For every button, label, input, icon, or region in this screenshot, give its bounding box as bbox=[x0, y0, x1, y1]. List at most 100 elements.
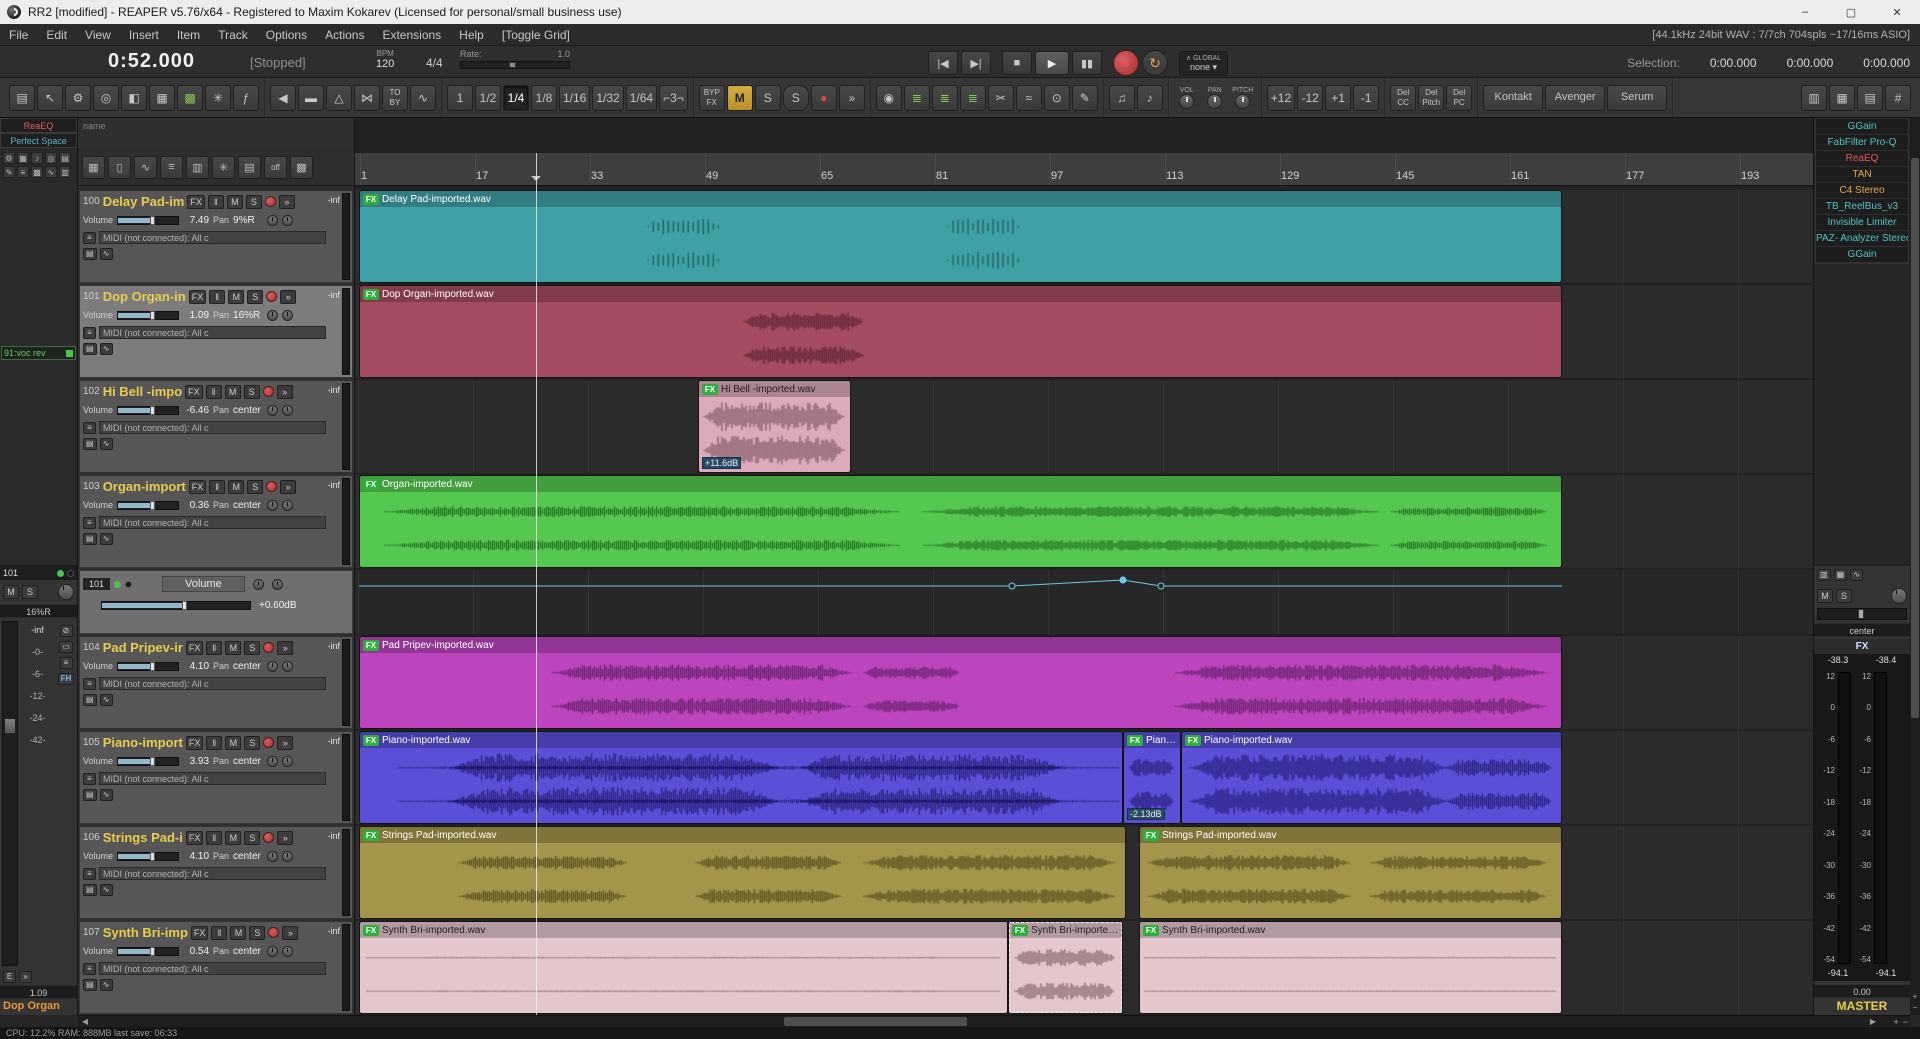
piano-roll-view-icon[interactable]: ▥ bbox=[1801, 84, 1827, 111]
time-signature[interactable]: 4/4 bbox=[426, 56, 443, 70]
track-record-arm-button[interactable] bbox=[262, 386, 274, 397]
menu-options[interactable]: Options bbox=[257, 28, 316, 42]
lane-strings-pad[interactable]: FX Strings Pad-imported.wav FX Strings Pad… bbox=[355, 826, 1813, 919]
vertical-scrollbar[interactable]: + − bbox=[1910, 118, 1920, 1015]
item-fx-badge[interactable]: FX bbox=[1143, 829, 1159, 841]
track-folder-button[interactable]: ▤ bbox=[83, 694, 97, 706]
mixer-phase-button[interactable]: ⊘ bbox=[59, 625, 73, 637]
mixer-volume-fader[interactable] bbox=[2, 621, 18, 966]
envelope-param-button[interactable]: Volume bbox=[162, 576, 245, 592]
lane-piano[interactable]: FXPiano-imported.wav FXPiano-imported.wa… bbox=[355, 731, 1813, 824]
lane-dop-organ[interactable]: FX Dop Organ-imported.wav bbox=[355, 285, 1813, 378]
mouse-modifier-icon[interactable]: ↖ bbox=[37, 84, 63, 111]
media-item-piano-3[interactable]: FX Piano-imported.wav bbox=[1181, 731, 1562, 824]
selection-start[interactable]: 0:00.000 bbox=[1710, 56, 1757, 70]
menu-file[interactable]: File bbox=[0, 28, 37, 42]
track-volume-slider[interactable] bbox=[117, 661, 180, 671]
item-fx-badge[interactable]: FX bbox=[363, 734, 379, 746]
fx-chain-item-6[interactable]: Invisible Limiter bbox=[1816, 215, 1908, 231]
media-item-piano-1[interactable]: FX Piano-imported.wav bbox=[359, 731, 1123, 824]
media-item-strings-2[interactable]: FX Strings Pad-imported.wav bbox=[1139, 826, 1562, 919]
vertical-zoom-buttons[interactable]: + − bbox=[1910, 991, 1920, 1013]
fx-chain-item-7[interactable]: PAZ- Analyzer Stereo bbox=[1816, 231, 1908, 247]
fx-chain-item-4[interactable]: C4 Stereo bbox=[1816, 183, 1908, 199]
zoom-tool-icon[interactable]: ◎ bbox=[93, 84, 119, 111]
metronome-settings-icon[interactable]: ✳ bbox=[205, 84, 231, 111]
track-envelope-button[interactable]: ‖ bbox=[205, 384, 222, 399]
track-volume-slider[interactable] bbox=[117, 500, 180, 510]
track-fx-button[interactable]: FX bbox=[187, 194, 205, 209]
track-record-arm-button[interactable] bbox=[263, 737, 275, 748]
settings-icon[interactable]: ⚙ bbox=[65, 84, 91, 111]
media-item-organ[interactable]: FX Organ-imported.wav bbox=[359, 475, 1562, 568]
note-1-16-button[interactable]: 1/16 bbox=[559, 84, 591, 111]
media-item-strings-1[interactable]: FX Strings Pad-imported.wav bbox=[359, 826, 1126, 919]
note-1-2-button[interactable]: 1/2 bbox=[475, 84, 501, 111]
avenger-button[interactable]: Avenger bbox=[1545, 84, 1606, 111]
item-fx-badge[interactable]: FX bbox=[363, 193, 379, 205]
region-marker-voc-rev[interactable]: 91:voc rev bbox=[1, 346, 76, 360]
monitor-toggle-button[interactable]: » bbox=[838, 84, 865, 111]
mixer-monitor-button[interactable]: » bbox=[19, 971, 32, 983]
track-io-button[interactable]: ≡ bbox=[83, 421, 96, 434]
item-fx-badge[interactable]: FX bbox=[1185, 734, 1201, 746]
track-group-a-icon[interactable]: ≣ bbox=[903, 84, 930, 111]
track-pan-knob[interactable] bbox=[267, 309, 279, 321]
arrange-view[interactable]: 1 17 33 49 65 81 97 113 129 145 161 177 193 FX Delay … bbox=[355, 118, 1813, 1015]
record-toggle-button[interactable]: ● bbox=[810, 84, 837, 111]
mixer-view-icon[interactable]: ▤ bbox=[1857, 84, 1883, 111]
mixer-fader-handle[interactable] bbox=[4, 718, 16, 735]
midi-list-icon[interactable]: ♪ bbox=[1136, 84, 1163, 111]
track-envelope-button[interactable]: ‖ bbox=[209, 479, 226, 494]
track-io-button[interactable]: ≡ bbox=[83, 772, 96, 785]
volume-envelope[interactable] bbox=[355, 570, 1813, 634]
media-item-synth-1[interactable]: FX Synth Bri-imported.wav bbox=[359, 921, 1008, 1014]
track-envelope-button[interactable]: ‖ bbox=[206, 640, 223, 655]
item-fx-badge[interactable]: FX bbox=[702, 383, 718, 395]
item-fx-badge[interactable]: FX bbox=[363, 924, 379, 936]
track-pan-knob[interactable] bbox=[267, 404, 279, 416]
tcp-grid-icon[interactable]: ▦ bbox=[82, 155, 105, 179]
track-record-arm-button[interactable] bbox=[263, 642, 275, 653]
dock-spectrum-icon[interactable]: ▥ bbox=[59, 166, 71, 178]
track-pan-knob[interactable] bbox=[267, 214, 279, 226]
envelope-panel[interactable]: 101 Volume +0.60dB bbox=[79, 570, 353, 634]
track-fx-button[interactable]: FX bbox=[185, 640, 204, 655]
scroll-right-arrow[interactable]: ▶ bbox=[1866, 1016, 1880, 1027]
track-volume-slider[interactable] bbox=[117, 946, 180, 956]
draw-tool-icon[interactable]: ✎ bbox=[1071, 84, 1098, 111]
item-fx-badge[interactable]: FX bbox=[1012, 924, 1028, 936]
track-folder-button[interactable]: ▤ bbox=[83, 343, 97, 355]
dock-fx-slot-0[interactable]: ReaEQ bbox=[0, 118, 77, 133]
grid-view-icon[interactable]: ▦ bbox=[1829, 84, 1855, 111]
master-mute-button[interactable]: M bbox=[1817, 589, 1833, 603]
transpose-plus-12-button[interactable]: +12 bbox=[1266, 84, 1296, 111]
track-width-knob[interactable] bbox=[282, 309, 294, 321]
pan-knob[interactable]: PAN bbox=[1202, 87, 1228, 109]
mute-toggle-button[interactable]: M bbox=[726, 84, 753, 111]
horizontal-scrollbar[interactable]: ◀ ▶ + − bbox=[78, 1015, 1910, 1027]
menu-edit[interactable]: Edit bbox=[37, 28, 76, 42]
track-group-b-icon[interactable]: ≣ bbox=[931, 84, 958, 111]
track-monitor-button[interactable]: » bbox=[277, 640, 294, 655]
track-envelope-button[interactable]: ‖ bbox=[207, 194, 224, 209]
to-by-button[interactable]: TO BY bbox=[382, 84, 408, 111]
track-mute-button[interactable]: M bbox=[225, 830, 242, 845]
menu-insert[interactable]: Insert bbox=[120, 28, 168, 42]
mixer-pan-readout[interactable]: 16%R bbox=[0, 604, 77, 618]
track-solo-button[interactable]: S bbox=[244, 830, 261, 845]
track-panel-104[interactable]: 104 Pad Pripev-ir FX ‖ M S » Volume 4.10… bbox=[79, 636, 353, 729]
bpm-value[interactable]: 120 bbox=[376, 58, 394, 70]
stop-button[interactable]: ■ bbox=[1002, 51, 1032, 75]
track-envelope-visibility-button[interactable]: ∿ bbox=[99, 248, 113, 260]
track-volume-slider[interactable] bbox=[117, 405, 180, 415]
bypass-fx-button[interactable]: BYP FX bbox=[698, 84, 725, 111]
pause-button[interactable]: ▮▮ bbox=[1072, 51, 1102, 75]
media-item-piano-2[interactable]: FXPiano-imported.wav -2.13dB bbox=[1123, 731, 1181, 824]
delete-cc-button[interactable]: Del CC bbox=[1390, 84, 1417, 111]
track-name[interactable]: Pad Pripev-ir bbox=[103, 640, 183, 655]
track-solo-button[interactable]: S bbox=[249, 925, 266, 940]
track-pan-knob[interactable] bbox=[267, 945, 279, 957]
media-item-hi-bell[interactable]: FX Hi Bell -imported.wav +11.6dB bbox=[698, 380, 851, 473]
track-monitor-button[interactable]: » bbox=[282, 925, 299, 940]
